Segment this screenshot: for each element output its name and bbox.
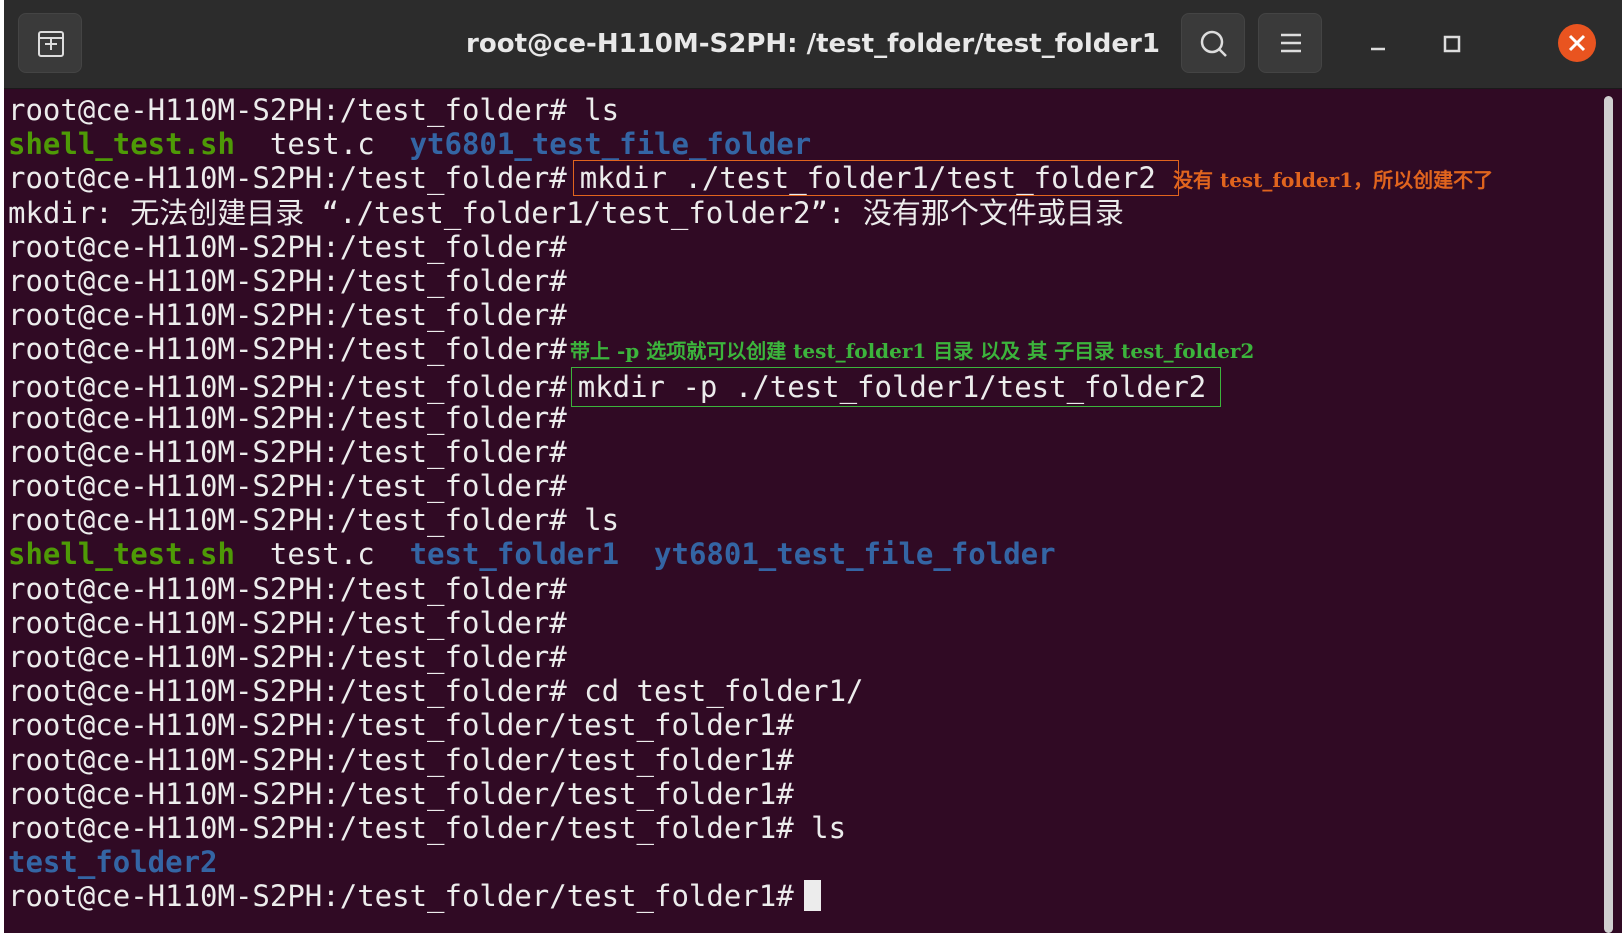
prompt: root@ce-H110M-S2PH:/test_folder# bbox=[8, 161, 567, 196]
maximize-icon bbox=[1443, 35, 1461, 53]
prompt: root@ce-H110M-S2PH:/test_folder# bbox=[8, 332, 567, 367]
command: ls bbox=[793, 810, 847, 845]
annotation-red: 没有 test_folder1，所以创建不了 bbox=[1173, 168, 1494, 193]
prompt: root@ce-H110M-S2PH:/test_folder# bbox=[8, 93, 567, 127]
terminal-line: root@ce-H110M-S2PH:/test_folder# cd test… bbox=[8, 674, 1588, 708]
terminal-line: root@ce-H110M-S2PH:/test_folder# bbox=[8, 572, 1588, 606]
prompt: root@ce-H110M-S2PH:/test_folder# bbox=[8, 369, 567, 404]
file-executable: shell_test.sh bbox=[8, 537, 235, 572]
file-regular: test.c bbox=[269, 537, 375, 572]
command: cd test_folder1/ bbox=[566, 674, 864, 709]
terminal-line: root@ce-H110M-S2PH:/test_folder# 带上 -p 选项… bbox=[8, 332, 1588, 366]
terminal-line: root@ce-H110M-S2PH:/test_folder# bbox=[8, 606, 1588, 640]
prompt: root@ce-H110M-S2PH:/test_folder# bbox=[8, 469, 567, 504]
close-button[interactable] bbox=[1558, 24, 1596, 62]
highlighted-command-red: mkdir ./test_folder1/test_folder2 bbox=[572, 160, 1179, 197]
terminal-line: root@ce-H110M-S2PH:/test_folder# bbox=[8, 264, 1588, 298]
prompt: root@ce-H110M-S2PH:/test_folder# bbox=[8, 400, 567, 435]
minimize-icon bbox=[1371, 47, 1385, 51]
prompt: root@ce-H110M-S2PH:/test_folder/test_fol… bbox=[8, 776, 794, 811]
error-line: mkdir: 无法创建目录 “./test_folder1/test_folde… bbox=[8, 195, 1124, 230]
file-directory: test_folder1 bbox=[409, 537, 620, 572]
close-icon bbox=[1568, 34, 1586, 52]
terminal-line: root@ce-H110M-S2PH:/test_folder/test_fol… bbox=[8, 811, 1588, 845]
file-directory: yt6801_test_file_folder bbox=[409, 127, 812, 162]
terminal-window: root@ce-H110M-S2PH: /test_folder/test_fo… bbox=[4, 0, 1622, 933]
maximize-button[interactable] bbox=[1432, 24, 1472, 64]
terminal-line: root@ce-H110M-S2PH:/test_folder# bbox=[8, 640, 1588, 674]
terminal-output[interactable]: root@ce-H110M-S2PH:/test_folder# ls shel… bbox=[8, 93, 1588, 914]
terminal-line: root@ce-H110M-S2PH:/test_folder# ls bbox=[8, 503, 1588, 537]
terminal-line: root@ce-H110M-S2PH:/test_folder# bbox=[8, 469, 1588, 503]
prompt: root@ce-H110M-S2PH:/test_folder# bbox=[8, 571, 567, 606]
terminal-line: root@ce-H110M-S2PH:/test_folder/test_fol… bbox=[8, 743, 1588, 777]
prompt: root@ce-H110M-S2PH:/test_folder/test_fol… bbox=[8, 879, 794, 914]
terminal-line: root@ce-H110M-S2PH:/test_folder/test_fol… bbox=[8, 879, 1588, 913]
command: ls bbox=[566, 93, 620, 127]
terminal-line: root@ce-H110M-S2PH:/test_folder# bbox=[8, 230, 1588, 264]
prompt: root@ce-H110M-S2PH:/test_folder/test_fol… bbox=[8, 742, 794, 777]
menu-button[interactable] bbox=[1258, 13, 1322, 73]
annotation-green: 带上 -p 选项就可以创建 test_folder1 目录 以及 其 子目录 t… bbox=[570, 339, 1255, 364]
scrollbar[interactable] bbox=[1604, 96, 1613, 933]
search-icon bbox=[1200, 30, 1227, 57]
hamburger-menu-icon bbox=[1281, 33, 1301, 53]
terminal-line: root@ce-H110M-S2PH:/test_folder# bbox=[8, 401, 1588, 435]
file-regular: test.c bbox=[269, 127, 375, 162]
prompt: root@ce-H110M-S2PH:/test_folder/test_fol… bbox=[8, 810, 794, 845]
command: ls bbox=[566, 503, 620, 538]
file-executable: shell_test.sh bbox=[8, 127, 235, 162]
prompt: root@ce-H110M-S2PH:/test_folder/test_fol… bbox=[8, 708, 794, 743]
terminal-line: root@ce-H110M-S2PH:/test_folder# mkdir ./… bbox=[8, 160, 1588, 197]
terminal-line: root@ce-H110M-S2PH:/test_folder/test_fol… bbox=[8, 777, 1588, 811]
terminal-line: root@ce-H110M-S2PH:/test_folder# ls bbox=[8, 93, 1588, 127]
prompt: root@ce-H110M-S2PH:/test_folder# bbox=[8, 674, 567, 709]
ls-output-line: shell_test.sh test.c yt6801_test_file_fo… bbox=[8, 127, 1588, 161]
title-bar: root@ce-H110M-S2PH: /test_folder/test_fo… bbox=[4, 0, 1622, 89]
prompt: root@ce-H110M-S2PH:/test_folder# bbox=[8, 434, 567, 469]
terminal-line: root@ce-H110M-S2PH:/test_folder# mkdir -p… bbox=[8, 366, 1588, 407]
prompt: root@ce-H110M-S2PH:/test_folder# bbox=[8, 640, 567, 674]
terminal-line: root@ce-H110M-S2PH:/test_folder/test_fol… bbox=[8, 708, 1588, 742]
search-button[interactable] bbox=[1181, 13, 1245, 73]
text-cursor bbox=[803, 880, 821, 912]
prompt: root@ce-H110M-S2PH:/test_folder# bbox=[8, 263, 567, 298]
ls-output-line: shell_test.sh test.c test_folder1 yt6801… bbox=[8, 537, 1588, 571]
file-directory: test_folder2 bbox=[8, 845, 218, 880]
prompt: root@ce-H110M-S2PH:/test_folder# bbox=[8, 605, 567, 640]
prompt: root@ce-H110M-S2PH:/test_folder# bbox=[8, 229, 567, 264]
terminal-line: root@ce-H110M-S2PH:/test_folder# bbox=[8, 298, 1588, 332]
minimize-button[interactable] bbox=[1358, 24, 1398, 64]
terminal-line: root@ce-H110M-S2PH:/test_folder# bbox=[8, 435, 1588, 469]
prompt: root@ce-H110M-S2PH:/test_folder# bbox=[8, 503, 567, 538]
ls-output-line: test_folder2 bbox=[8, 845, 1588, 879]
file-directory: yt6801_test_file_folder bbox=[654, 537, 1056, 572]
prompt: root@ce-H110M-S2PH:/test_folder# bbox=[8, 298, 567, 333]
